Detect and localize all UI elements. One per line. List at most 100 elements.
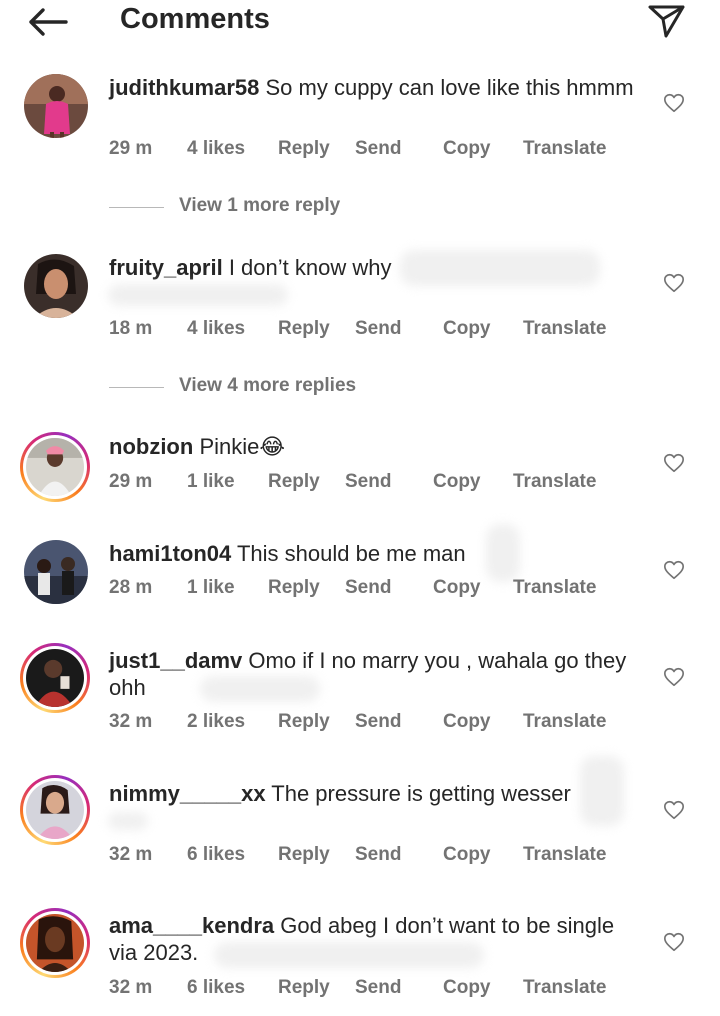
likes-count[interactable]: 2 likes: [187, 711, 245, 733]
copy-button[interactable]: Copy: [443, 711, 491, 733]
comment-body: I don’t know why: [228, 255, 392, 280]
profile-photo: [24, 74, 88, 138]
view-replies-label: View 4 more replies: [179, 375, 357, 396]
redacted-region: [580, 756, 624, 826]
like-button[interactable]: [663, 799, 685, 821]
send-button[interactable]: Send: [355, 318, 401, 340]
comment-username[interactable]: judithkumar58: [109, 75, 259, 100]
copy-button[interactable]: Copy: [433, 471, 481, 493]
replies-divider: [109, 207, 164, 208]
comment-body: So my cuppy can love like this hmmm: [265, 75, 634, 100]
profile-photo: [26, 438, 84, 496]
comment-time: 32 m: [109, 844, 153, 865]
like-button[interactable]: [663, 931, 685, 953]
reply-button[interactable]: Reply: [278, 318, 330, 340]
likes-count[interactable]: 1 like: [187, 471, 235, 493]
page-title: Comments: [120, 3, 270, 35]
avatar[interactable]: [24, 540, 88, 604]
like-button[interactable]: [663, 92, 685, 114]
view-replies-label: View 1 more reply: [179, 195, 341, 216]
translate-button[interactable]: Translate: [513, 471, 596, 493]
reply-button[interactable]: Reply: [278, 844, 330, 866]
copy-button[interactable]: Copy: [443, 318, 491, 340]
like-button[interactable]: [663, 272, 685, 294]
send-button[interactable]: Send: [345, 577, 391, 599]
send-button[interactable]: Send: [355, 977, 401, 999]
heart-icon: [664, 932, 684, 952]
translate-button[interactable]: Translate: [523, 977, 606, 999]
send-button[interactable]: Send: [345, 471, 391, 493]
comment-time: 32 m: [109, 711, 153, 732]
comment-body: The pressure is getting wesser: [271, 781, 571, 806]
heart-icon: [664, 800, 684, 820]
translate-button[interactable]: Translate: [523, 318, 606, 340]
header-bar: Comments: [0, 0, 720, 44]
reply-button[interactable]: Reply: [278, 711, 330, 733]
paper-plane-icon: [648, 5, 685, 38]
comment-text: nimmy_____xx The pressure is getting wes…: [109, 780, 639, 807]
translate-button[interactable]: Translate: [513, 577, 596, 599]
avatar[interactable]: [20, 775, 90, 845]
redacted-region: [214, 942, 484, 968]
comment-username[interactable]: fruity_april: [109, 255, 223, 280]
likes-count[interactable]: 4 likes: [187, 318, 245, 340]
likes-count[interactable]: 6 likes: [187, 844, 245, 866]
profile-photo: [26, 914, 84, 972]
copy-button[interactable]: Copy: [443, 977, 491, 999]
avatar[interactable]: [20, 908, 90, 978]
redacted-region: [108, 812, 148, 830]
reply-button[interactable]: Reply: [278, 138, 330, 160]
comment-username[interactable]: nimmy_____xx: [109, 781, 266, 806]
view-replies-button[interactable]: View 4 more replies: [109, 375, 509, 401]
heart-icon: [664, 453, 684, 473]
translate-button[interactable]: Translate: [523, 711, 606, 733]
comment-username[interactable]: ama____kendra: [109, 913, 274, 938]
heart-icon: [664, 273, 684, 293]
replies-divider: [109, 387, 164, 388]
comment-time: 18 m: [109, 318, 153, 339]
send-button[interactable]: Send: [355, 138, 401, 160]
send-button[interactable]: Send: [355, 844, 401, 866]
like-button[interactable]: [663, 452, 685, 474]
copy-button[interactable]: Copy: [443, 138, 491, 160]
comment-time: 28 m: [109, 577, 153, 598]
comment-text: just1__damv Omo if I no marry you , waha…: [109, 647, 639, 701]
copy-button[interactable]: Copy: [433, 577, 481, 599]
like-button[interactable]: [663, 559, 685, 581]
redacted-region: [400, 250, 600, 286]
comment-time: 29 m: [109, 138, 153, 159]
avatar[interactable]: [24, 254, 88, 318]
heart-icon: [664, 93, 684, 113]
avatar[interactable]: [20, 643, 90, 713]
profile-photo: [24, 540, 88, 604]
comment-username[interactable]: nobzion: [109, 434, 193, 459]
copy-button[interactable]: Copy: [443, 844, 491, 866]
send-button[interactable]: Send: [355, 711, 401, 733]
redacted-region: [108, 284, 288, 306]
arrow-left-icon: [29, 8, 68, 36]
comment-time: 32 m: [109, 977, 153, 998]
comment-text: hami1ton04 This should be me man: [109, 540, 639, 567]
likes-count[interactable]: 4 likes: [187, 138, 245, 160]
avatar[interactable]: [24, 74, 88, 138]
profile-photo: [26, 649, 84, 707]
like-button[interactable]: [663, 666, 685, 688]
redacted-region: [200, 676, 320, 702]
comment-time: 29 m: [109, 471, 153, 492]
profile-photo: [26, 781, 84, 839]
avatar[interactable]: [20, 432, 90, 502]
share-button[interactable]: [646, 3, 686, 39]
heart-icon: [664, 667, 684, 687]
reply-button[interactable]: Reply: [268, 577, 320, 599]
comment-username[interactable]: hami1ton04: [109, 541, 231, 566]
back-button[interactable]: [26, 6, 70, 38]
view-replies-button[interactable]: View 1 more reply: [109, 195, 509, 221]
likes-count[interactable]: 1 like: [187, 577, 235, 599]
reply-button[interactable]: Reply: [268, 471, 320, 493]
likes-count[interactable]: 6 likes: [187, 977, 245, 999]
comment-username[interactable]: just1__damv: [109, 648, 242, 673]
translate-button[interactable]: Translate: [523, 844, 606, 866]
comment-text: judithkumar58 So my cuppy can love like …: [109, 74, 639, 101]
reply-button[interactable]: Reply: [278, 977, 330, 999]
translate-button[interactable]: Translate: [523, 138, 606, 160]
